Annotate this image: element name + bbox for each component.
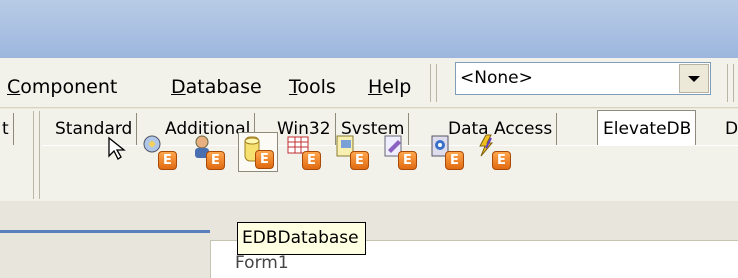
component-tooltip: EDBDatabase (237, 222, 366, 255)
form-title: Form1 (235, 253, 289, 273)
stored-proc-icon[interactable]: E (427, 132, 467, 172)
window-title-bar (0, 0, 738, 58)
splitter-line (0, 230, 210, 233)
menu-tools[interactable]: Tools (289, 76, 336, 98)
query-icon[interactable]: E (332, 132, 372, 172)
menu-database[interactable]: Database (171, 76, 262, 98)
table-icon[interactable]: E (284, 132, 324, 172)
menu-help[interactable]: Help (368, 76, 411, 98)
desktop-combo[interactable]: <None> (455, 62, 711, 95)
database-icon[interactable]: E (238, 132, 278, 172)
toolbar-grip[interactable] (430, 64, 437, 102)
desktop-combo-value: <None> (460, 68, 533, 88)
palette-grip[interactable] (33, 111, 40, 199)
pointer-arrow-icon[interactable] (107, 136, 129, 162)
toolbar-grip[interactable] (727, 64, 734, 102)
dbmonitor-icon[interactable]: E (474, 132, 514, 172)
tab-more[interactable]: D (720, 113, 738, 145)
user-session-icon[interactable]: E (188, 132, 228, 172)
tab-elevatedb[interactable]: ElevateDB (597, 110, 697, 146)
session-icon[interactable]: E (140, 132, 180, 172)
tab-previous[interactable]: t (0, 113, 14, 145)
script-icon[interactable]: E (380, 132, 420, 172)
chevron-down-icon[interactable] (679, 64, 709, 93)
menu-component[interactable]: Component (7, 76, 117, 98)
